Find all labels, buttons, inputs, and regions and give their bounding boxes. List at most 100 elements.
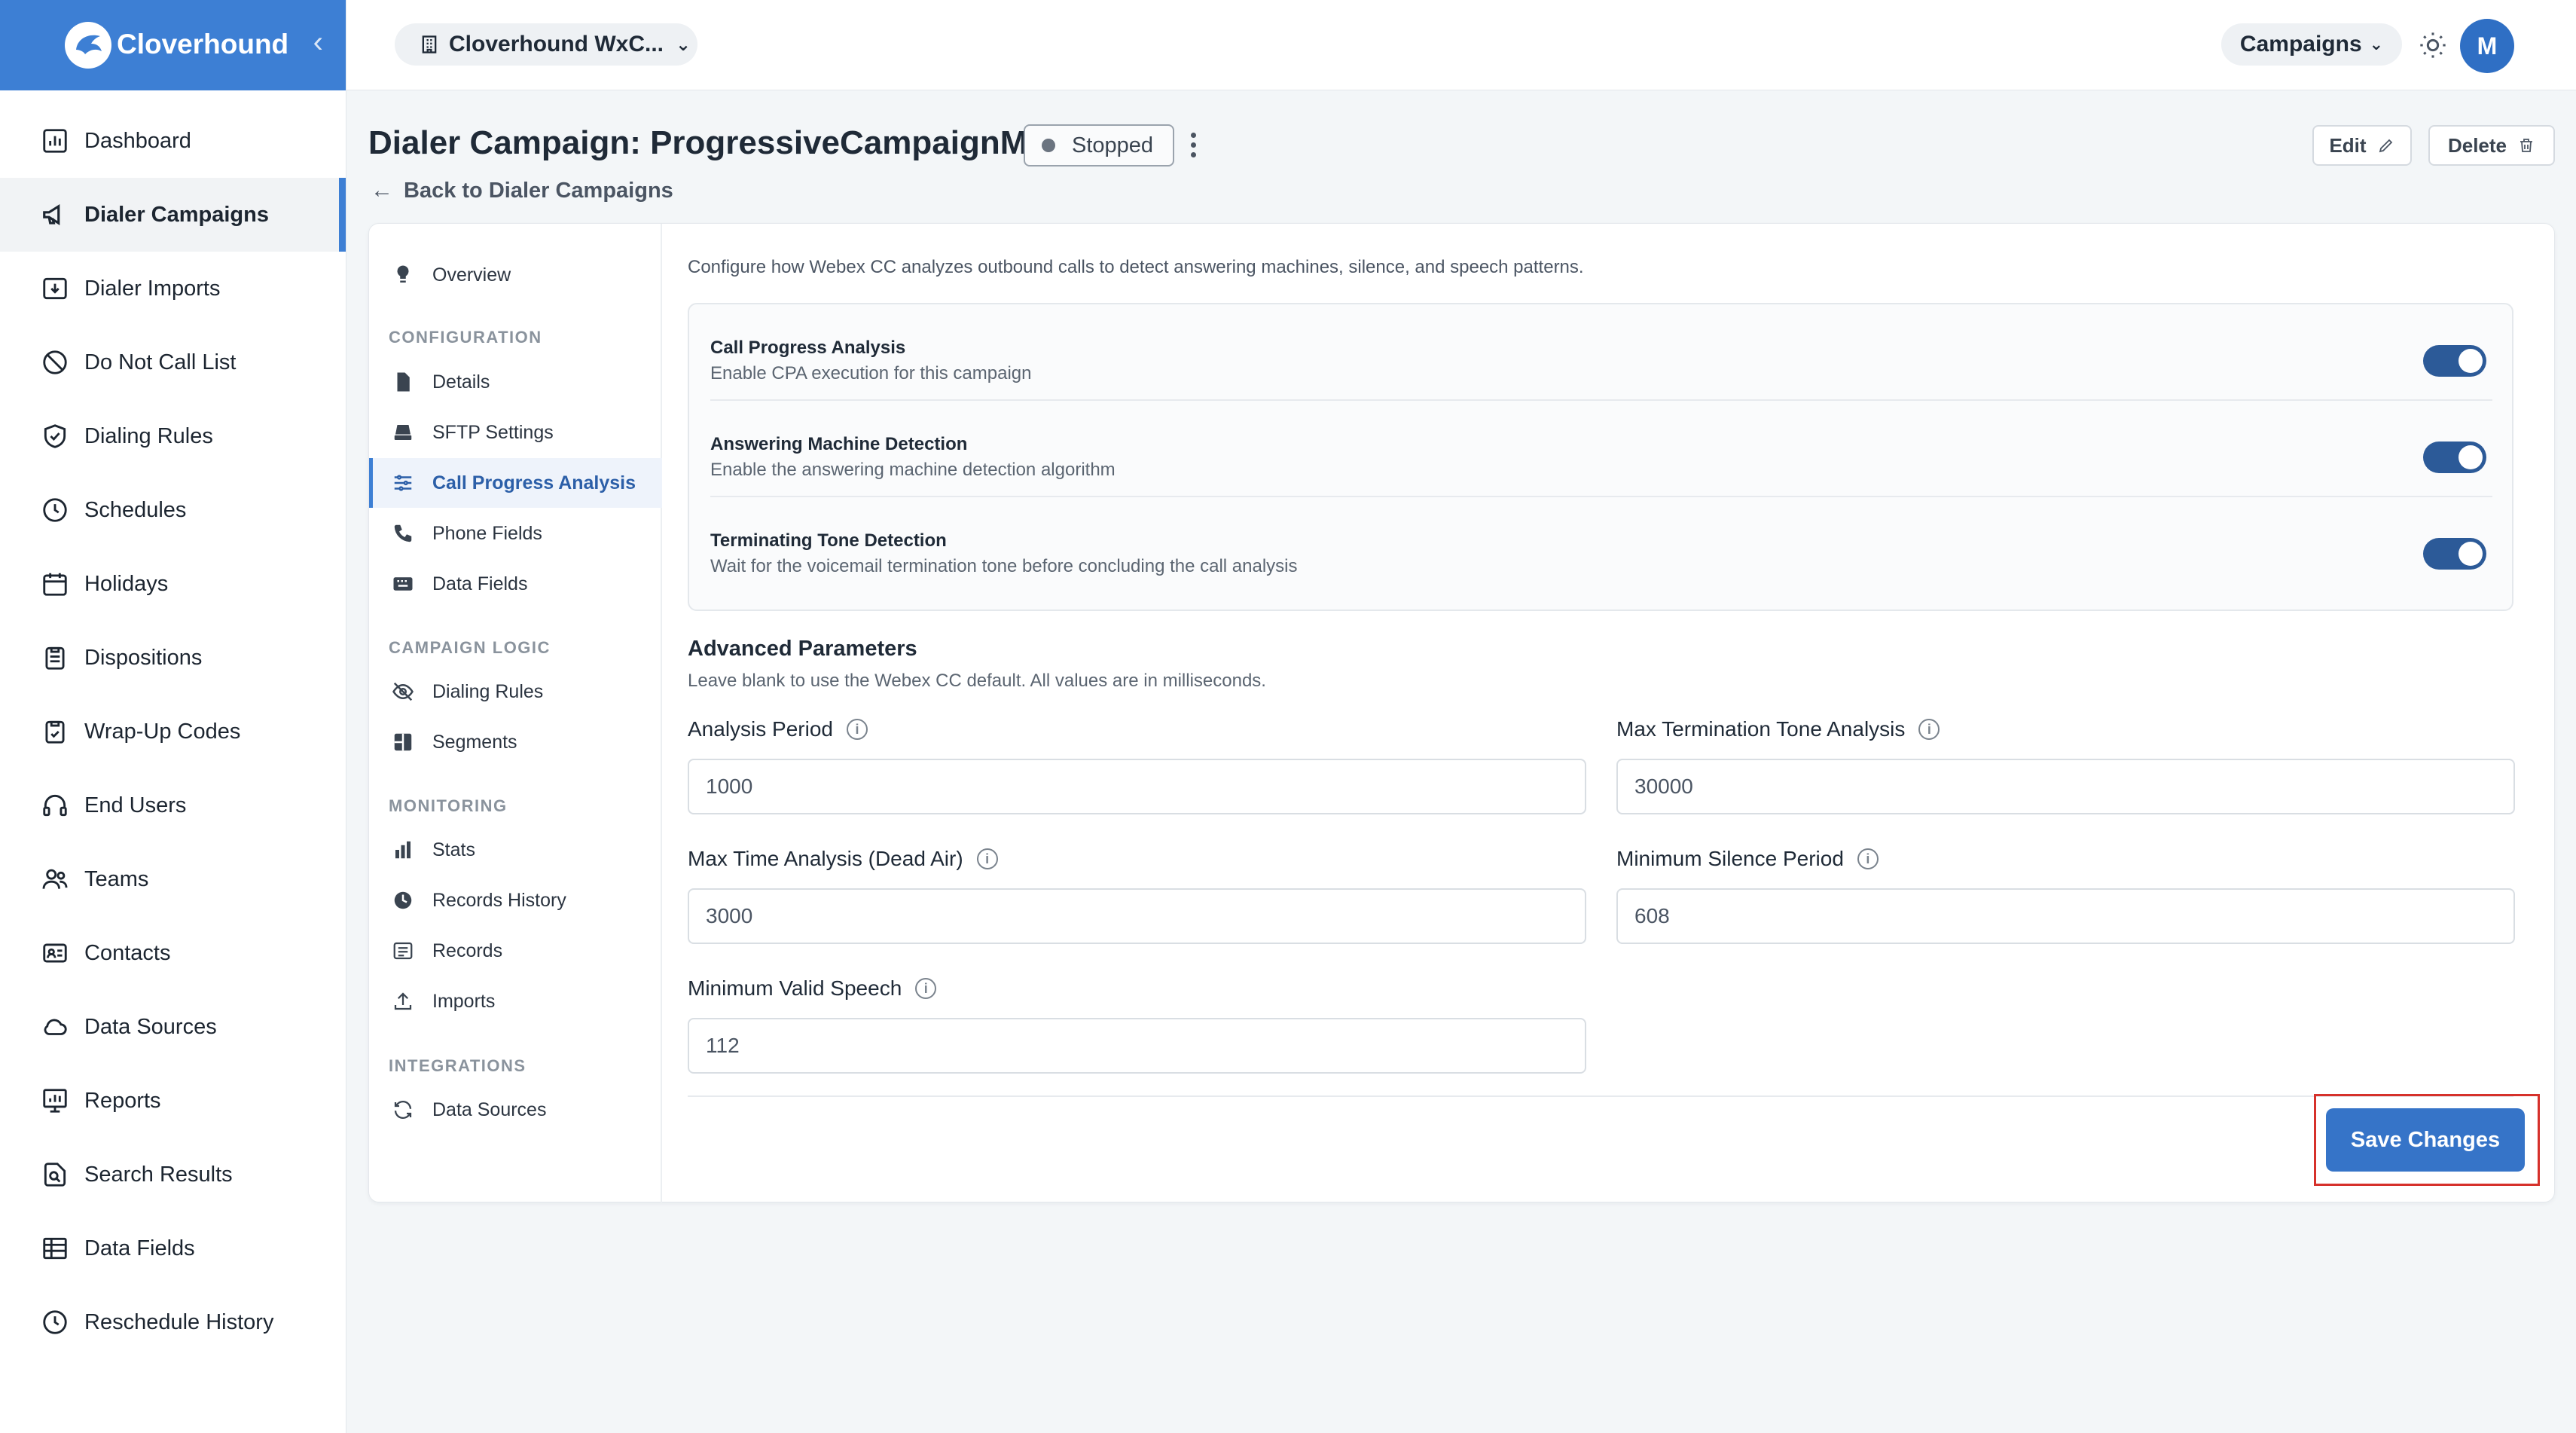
analysis-period-input[interactable] <box>688 759 1586 814</box>
amd-toggle-switch[interactable] <box>2423 442 2486 473</box>
toggle-title: Call Progress Analysis <box>710 338 906 358</box>
phone-icon <box>392 522 414 545</box>
sidebar-item-data-fields[interactable]: Data Fields <box>0 1211 346 1285</box>
field-label-text: Max Time Analysis (Dead Air) <box>688 847 963 870</box>
cpa-toggle-switch[interactable] <box>2423 345 2486 377</box>
sidebar-item-wrap-up-codes[interactable]: Wrap-Up Codes <box>0 695 346 768</box>
subnav-label: Dialing Rules <box>432 680 544 702</box>
back-link[interactable]: ← Back to Dialer Campaigns <box>371 178 673 203</box>
subnav-label: SFTP Settings <box>432 421 554 443</box>
trash-icon <box>2520 139 2533 152</box>
sidebar-item-reports[interactable]: Reports <box>0 1064 346 1138</box>
sidebar-item-contacts[interactable]: Contacts <box>0 916 346 990</box>
max-termination-tone-input[interactable] <box>1616 759 2515 814</box>
brand-name[interactable]: Cloverhound <box>117 29 288 60</box>
sidebar-item-search-results[interactable]: Search Results <box>0 1138 346 1211</box>
bar-chart-icon <box>392 839 414 861</box>
edit-button[interactable]: Edit <box>2312 125 2412 166</box>
grid-icon <box>392 731 414 753</box>
sidebar-item-dispositions[interactable]: Dispositions <box>0 621 346 695</box>
subnav-sftp-settings[interactable]: SFTP Settings <box>369 408 662 457</box>
subnav-overview[interactable]: Overview <box>369 250 662 300</box>
status-label: Stopped <box>1072 133 1154 157</box>
sidebar-item-data-sources[interactable]: Data Sources <box>0 990 346 1064</box>
info-icon[interactable]: i <box>1857 848 1879 869</box>
cloverhound-logo-icon[interactable] <box>65 22 111 69</box>
subnav-label: Records History <box>432 889 566 911</box>
subnav-label: Overview <box>432 264 511 286</box>
minimum-valid-speech-input[interactable] <box>688 1018 1586 1074</box>
subnav-segments[interactable]: Segments <box>369 717 662 767</box>
subnav-heading-monitoring: MONITORING <box>389 796 508 815</box>
sidebar-item-label: Dialer Campaigns <box>84 202 269 227</box>
sidebar-item-label: End Users <box>84 793 187 817</box>
subnav-dialing-rules[interactable]: Dialing Rules <box>369 667 662 716</box>
sidebar-item-dialing-rules[interactable]: Dialing Rules <box>0 399 346 473</box>
minimum-silence-period-input[interactable] <box>1616 888 2515 944</box>
sidebar-item-teams[interactable]: Teams <box>0 842 346 916</box>
avatar[interactable]: M <box>2460 19 2514 73</box>
subnav-phone-fields[interactable]: Phone Fields <box>369 509 662 558</box>
subnav-records-history[interactable]: Records History <box>369 875 662 925</box>
sidebar-item-label: Search Results <box>84 1162 233 1187</box>
max-time-dead-air-input[interactable] <box>688 888 1586 944</box>
sidebar-item-label: Holidays <box>84 571 169 596</box>
delete-button[interactable]: Delete <box>2428 125 2555 166</box>
calendar-icon <box>41 570 69 598</box>
brand-header: Cloverhound ‹ <box>0 0 346 90</box>
report-icon <box>41 1086 69 1115</box>
subnav-label: Stats <box>432 839 475 860</box>
list-icon <box>392 940 414 962</box>
arrow-left-icon: ← <box>371 178 393 203</box>
subnav-records[interactable]: Records <box>369 926 662 976</box>
sidebar-item-label: Data Sources <box>84 1014 217 1039</box>
subnav-stats[interactable]: Stats <box>369 825 662 875</box>
terminating-tone-toggle-switch[interactable] <box>2423 538 2486 570</box>
subnav-data-fields[interactable]: Data Fields <box>369 559 662 609</box>
sidebar-item-reschedule-history[interactable]: Reschedule History <box>0 1285 346 1359</box>
contact-card-icon <box>41 939 69 967</box>
table-icon <box>41 1234 69 1263</box>
sidebar-item-dialer-campaigns[interactable]: Dialer Campaigns <box>0 178 346 252</box>
sun-icon[interactable] <box>2418 30 2448 60</box>
sidebar-item-schedules[interactable]: Schedules <box>0 473 346 547</box>
org-select[interactable]: Cloverhound WxC... ⌄ <box>395 23 697 66</box>
info-icon[interactable]: i <box>1918 719 1940 740</box>
status-dot-icon <box>1042 139 1055 152</box>
analysis-period-label: Analysis Period i <box>688 717 868 741</box>
info-icon[interactable]: i <box>846 719 868 740</box>
sidebar-item-holidays[interactable]: Holidays <box>0 547 346 621</box>
server-icon <box>392 421 414 444</box>
subnav-data-sources[interactable]: Data Sources <box>369 1085 662 1135</box>
advanced-parameters-title: Advanced Parameters <box>688 637 917 661</box>
cpa-intro: Configure how Webex CC analyzes outbound… <box>688 257 1584 277</box>
subnav-label: Details <box>432 371 490 393</box>
sidebar-item-do-not-call-list[interactable]: Do Not Call List <box>0 325 346 399</box>
field-label-text: Analysis Period <box>688 717 833 741</box>
app-sidebar: Cloverhound ‹ Dashboard Dialer Campaigns… <box>0 0 346 1433</box>
clipboard-icon <box>41 643 69 672</box>
info-icon[interactable]: i <box>976 848 998 869</box>
subnav-label: Call Progress Analysis <box>432 472 636 493</box>
chevron-left-icon[interactable]: ‹ <box>313 27 323 57</box>
sidebar-item-dashboard[interactable]: Dashboard <box>0 104 346 178</box>
sidebar-item-label: Reschedule History <box>84 1309 274 1334</box>
top-bar: Cloverhound WxC... ⌄ Campaigns ⌄ M <box>346 0 2576 90</box>
sidebar-item-dialer-imports[interactable]: Dialer Imports <box>0 252 346 325</box>
subnav-call-progress-analysis[interactable]: Call Progress Analysis <box>369 458 662 508</box>
sidebar-item-end-users[interactable]: End Users <box>0 768 346 842</box>
campaigns-dropdown[interactable]: Campaigns ⌄ <box>2221 23 2402 66</box>
history-clock-icon <box>41 1308 69 1337</box>
save-changes-button[interactable]: Save Changes <box>2326 1108 2525 1172</box>
subnav-imports[interactable]: Imports <box>369 976 662 1026</box>
page-title: Dialer Campaign: ProgressiveCampaignM <box>368 124 1028 161</box>
subnav-details[interactable]: Details <box>369 357 662 407</box>
info-icon[interactable]: i <box>915 978 937 999</box>
more-options-icon[interactable] <box>1184 130 1202 163</box>
field-label-text: Minimum Valid Speech <box>688 976 902 1000</box>
field-label-text: Minimum Silence Period <box>1616 847 1844 870</box>
subnav-label: Data Fields <box>432 573 528 594</box>
field-label-text: Max Termination Tone Analysis <box>1616 717 1906 741</box>
toggle-row-amd: Answering Machine Detection Enable the a… <box>710 401 2492 497</box>
main-nav: Dashboard Dialer Campaigns Dialer Import… <box>0 90 346 1359</box>
